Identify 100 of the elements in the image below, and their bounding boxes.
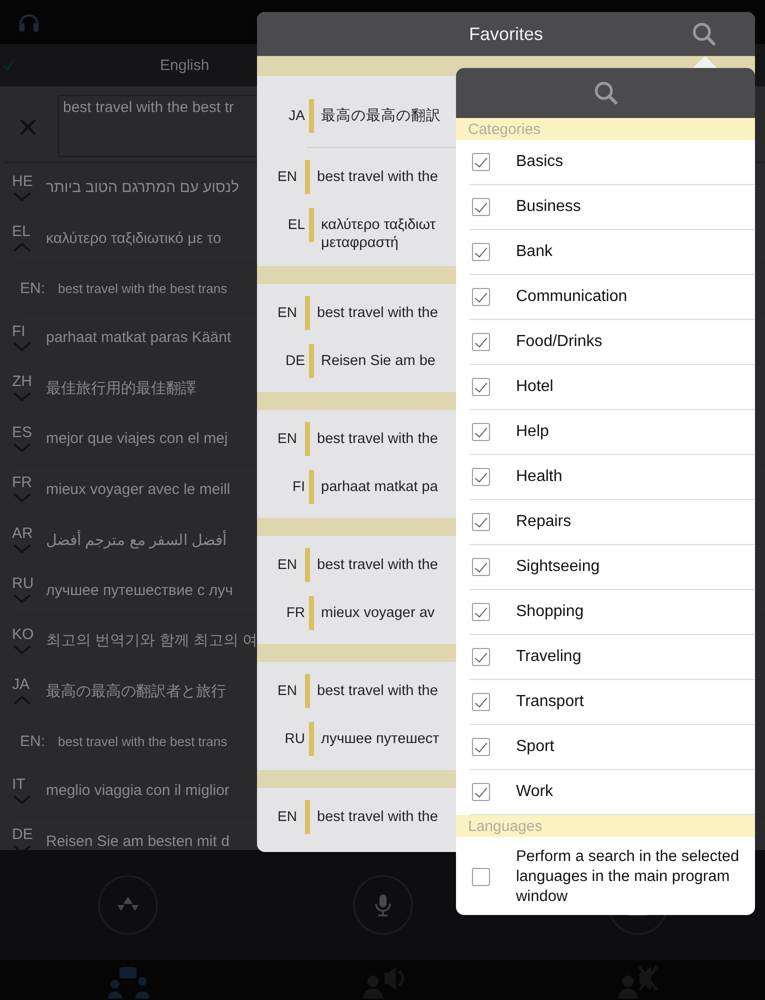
phrase-text[interactable]: best travel with the bbox=[317, 304, 438, 322]
chevron-down-icon[interactable] bbox=[12, 644, 32, 655]
phrase-text[interactable]: Reisen Sie am be bbox=[321, 344, 436, 370]
category-label[interactable]: Food/Drinks bbox=[516, 333, 602, 351]
language-code: EN bbox=[276, 304, 297, 320]
category-label[interactable]: Sightseeing bbox=[516, 558, 600, 576]
phrase-text[interactable]: best travel with the bbox=[317, 682, 438, 700]
phrase-text[interactable]: best travel with the bbox=[317, 168, 438, 186]
chevron-down-icon[interactable] bbox=[12, 392, 32, 402]
category-label[interactable]: Hotel bbox=[516, 378, 554, 396]
category-label[interactable]: Transport bbox=[516, 693, 584, 711]
phrase-text[interactable]: best travel with the bbox=[317, 808, 438, 826]
checkbox[interactable] bbox=[472, 693, 490, 711]
phrase-text[interactable]: лучшее путешест bbox=[321, 722, 440, 748]
language-code: FR bbox=[12, 475, 32, 492]
phrase-text[interactable]: καλύτερο ταξιδιωτ μεταφραστή bbox=[321, 208, 436, 252]
chevron-down-icon[interactable] bbox=[12, 493, 32, 504]
popover-title: Favorites bbox=[468, 24, 544, 44]
translation-text[interactable]: parhaat matkat paras Käänt bbox=[46, 329, 232, 346]
chevron-up-icon[interactable] bbox=[12, 695, 32, 706]
language-code: EN: bbox=[20, 732, 46, 750]
checkbox[interactable] bbox=[472, 783, 490, 801]
chevron-up-icon[interactable] bbox=[12, 242, 32, 252]
search-icon[interactable] bbox=[592, 80, 618, 106]
phrase-text[interactable]: best travel with the bbox=[317, 556, 438, 574]
checkbox[interactable] bbox=[472, 198, 490, 216]
checkbox[interactable] bbox=[472, 378, 490, 396]
chevron-down-icon[interactable] bbox=[12, 192, 32, 202]
accent-bar bbox=[309, 344, 314, 378]
category-label[interactable]: Work bbox=[516, 783, 554, 801]
language-code: EN bbox=[276, 682, 297, 698]
accent-bar bbox=[305, 296, 310, 330]
category-label[interactable]: Bank bbox=[516, 243, 552, 261]
checkbox[interactable] bbox=[472, 423, 490, 441]
language-title: English bbox=[160, 56, 210, 74]
checkbox[interactable] bbox=[472, 243, 490, 261]
language-code: RU bbox=[12, 576, 34, 592]
section-title: Languages bbox=[468, 818, 542, 834]
language-code: RU bbox=[284, 730, 305, 746]
checkbox[interactable] bbox=[472, 738, 490, 756]
phrase-text[interactable]: 最高の最高の翻訳 bbox=[321, 99, 441, 125]
chevron-down-icon[interactable] bbox=[12, 594, 32, 604]
category-label[interactable]: Health bbox=[516, 468, 562, 486]
translation-text[interactable]: mieux voyager avec le meill bbox=[46, 480, 230, 498]
category-label[interactable]: Business bbox=[516, 198, 581, 216]
checkbox[interactable] bbox=[472, 513, 490, 531]
language-code: EL bbox=[286, 216, 305, 232]
checkbox[interactable] bbox=[472, 648, 490, 666]
checkbox[interactable] bbox=[472, 868, 490, 886]
language-code: FI bbox=[292, 478, 305, 494]
checkbox[interactable] bbox=[472, 558, 490, 576]
accent-bar bbox=[309, 470, 314, 504]
language-code: KO bbox=[12, 626, 34, 643]
translation-text[interactable]: mejor que viajes con el mej bbox=[46, 430, 228, 448]
accent-bar bbox=[305, 548, 310, 582]
language-code: EN bbox=[276, 430, 297, 446]
translation-text[interactable]: أفضل السفر مع مترجم أفضل bbox=[46, 530, 227, 549]
accent-bar bbox=[309, 722, 314, 756]
translation-text[interactable]: לנסוע עם המתרגם הטוב ביותר bbox=[46, 179, 240, 196]
category-label[interactable]: Sport bbox=[516, 738, 554, 756]
translation-text[interactable]: meglio viaggia con il miglior bbox=[46, 782, 230, 800]
translation-text[interactable]: καλύτερο ταξιδιωτικό με το bbox=[46, 230, 222, 247]
mic-button[interactable] bbox=[352, 875, 412, 935]
checkbox[interactable] bbox=[472, 333, 490, 351]
chevron-down-icon[interactable] bbox=[12, 794, 32, 805]
close-icon[interactable] bbox=[18, 117, 38, 137]
checkbox[interactable] bbox=[472, 288, 490, 306]
category-label[interactable]: Shopping bbox=[516, 603, 584, 621]
section-title: Categories bbox=[468, 120, 541, 138]
option-label[interactable]: Perform a search in the selected languages in the main program window bbox=[516, 847, 755, 907]
language-code: EL bbox=[12, 224, 30, 240]
checkbox[interactable] bbox=[472, 603, 490, 621]
category-label[interactable]: Basics bbox=[516, 153, 564, 171]
accent-bar bbox=[305, 674, 310, 708]
translation-text[interactable]: лучшее путешествие с луч bbox=[46, 582, 233, 599]
translation-text[interactable]: 最佳旅行用的最佳翻譯 bbox=[46, 378, 196, 398]
chevron-down-icon[interactable] bbox=[12, 342, 32, 352]
language-code: EN bbox=[276, 168, 297, 184]
accent-bar bbox=[309, 99, 314, 133]
phrase-text[interactable]: best travel with the bbox=[317, 430, 438, 448]
category-label[interactable]: Help bbox=[516, 423, 549, 441]
checkbox[interactable] bbox=[472, 153, 490, 171]
language-code: HE bbox=[12, 174, 33, 190]
phrase-text[interactable]: parhaat matkat pa bbox=[321, 470, 438, 496]
category-label[interactable]: Repairs bbox=[516, 513, 572, 531]
translation-text[interactable]: Reisen Sie am besten mit d bbox=[46, 832, 230, 850]
back-translation-text: best travel with the best trans bbox=[58, 734, 228, 748]
recycle-button[interactable] bbox=[98, 875, 158, 935]
language-code: ZH bbox=[12, 374, 32, 390]
language-code: EN bbox=[276, 808, 297, 824]
phrase-text[interactable]: mieux voyager av bbox=[321, 596, 435, 622]
checkbox[interactable] bbox=[472, 468, 490, 486]
category-label[interactable]: Traveling bbox=[516, 648, 582, 666]
chevron-down-icon[interactable] bbox=[12, 442, 32, 453]
language-code: FR bbox=[285, 604, 305, 620]
category-label[interactable]: Communication bbox=[516, 288, 628, 306]
chevron-down-icon[interactable] bbox=[12, 544, 32, 554]
translation-text[interactable]: 最高の最高の翻訳者と旅行 bbox=[46, 682, 226, 701]
translation-text[interactable]: 최고의 번역기와 함께 최고의 여 bbox=[46, 631, 258, 650]
search-icon[interactable] bbox=[691, 21, 717, 47]
